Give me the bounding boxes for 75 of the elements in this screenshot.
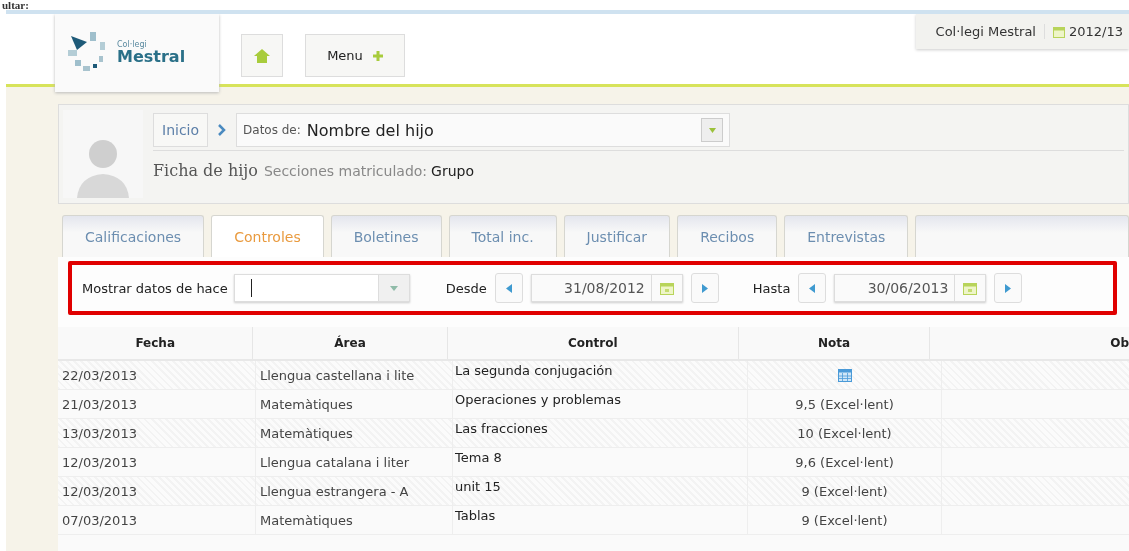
menu-button[interactable]: Menu	[305, 34, 405, 77]
text-cursor	[250, 279, 252, 297]
home-button[interactable]	[241, 34, 283, 77]
column-header[interactable]: Fecha	[58, 327, 254, 359]
caret-icon	[708, 127, 716, 133]
date-value: 31/08/2012	[563, 280, 646, 296]
date-field[interactable]: 30/06/2013	[834, 274, 987, 302]
child-selector[interactable]: Datos de: Nombre del hijo	[236, 113, 731, 147]
next-button[interactable]	[690, 273, 719, 303]
selector-value: Nombre del hijo	[306, 120, 435, 140]
previous-button[interactable]	[494, 273, 523, 303]
table-cell: Matemàtiques	[256, 390, 453, 418]
calendar-icon	[659, 281, 674, 295]
table-cell: 13/03/2013	[58, 419, 256, 447]
left-triangle-icon	[809, 283, 816, 293]
page-caption: ultar:	[1, 0, 30, 10]
column-header[interactable]: Ob	[930, 327, 1129, 359]
table-cell: Operaciones y problemas	[453, 390, 748, 418]
chevron-icon	[218, 124, 227, 136]
table-cell: Las fracciones	[453, 419, 748, 447]
calendar-icon	[837, 368, 852, 382]
table-cell: Llengua estrangera - A	[256, 477, 453, 505]
caret-icon	[389, 285, 398, 291]
right-triangle-icon	[1005, 283, 1012, 293]
period-label: Mostrar datos de hace	[82, 280, 228, 296]
tab[interactable]	[915, 215, 1129, 258]
left-triangle-icon	[505, 283, 512, 293]
table-cell: Llengua catalana i liter	[256, 448, 453, 476]
table-cell: 12/03/2013	[58, 477, 256, 505]
table-cell: La segunda conjugación	[453, 361, 748, 389]
table-cell: 12/03/2013	[58, 448, 256, 476]
table-cell: Llengua castellana i lite	[256, 361, 453, 389]
dropdown-button[interactable]	[701, 118, 724, 142]
table-cell: Tema 8	[453, 448, 748, 476]
table-cell: 22/03/2013	[58, 361, 256, 389]
to-label: Hasta	[752, 280, 791, 296]
table-cell: 9,5 (Excel·lent)	[748, 390, 942, 418]
previous-button[interactable]	[798, 273, 827, 303]
table-cell: 9 (Excel·lent)	[748, 477, 942, 505]
column-header[interactable]: Área	[253, 327, 448, 359]
table-row[interactable]: 12/03/2013 Llengua estrangera - A unit 15 9 (Excel·lent)	[58, 477, 1129, 506]
right-triangle-icon	[701, 283, 708, 293]
selector-label: Datos de:	[243, 123, 301, 137]
next-button[interactable]	[994, 273, 1023, 303]
dropdown-button[interactable]	[377, 275, 409, 301]
sections-label: Secciones matriculado:	[263, 163, 428, 179]
school-name: Col·legi Mestral	[935, 24, 1045, 39]
calendar-icon	[1053, 25, 1065, 38]
table-row[interactable]: 13/03/2013 Matemàtiques Las fracciones 10 (Excel·lent)	[58, 419, 1129, 448]
table-cell: Tablas	[453, 506, 748, 534]
table-row[interactable]: 07/03/2013 Matemàtiques Tablas 9 (Excel·lent)	[58, 506, 1129, 535]
from-label: Desde	[445, 280, 487, 296]
table-cell: Matemàtiques	[256, 506, 453, 534]
table-cell: 9,6 (Excel·lent)	[748, 448, 942, 476]
table-cell: 10 (Excel·lent)	[748, 419, 942, 447]
table-row[interactable]: 22/03/2013 Llengua castellana i lite La segunda conjugación	[58, 361, 1129, 390]
date-field[interactable]: 31/08/2012	[530, 274, 683, 302]
breadcrumb-link[interactable]: Inicio	[153, 113, 209, 147]
calendar-icon	[963, 281, 978, 295]
date-value: 30/06/2013	[866, 280, 950, 296]
sections-value: Grupo	[431, 163, 474, 179]
table-cell: unit 15	[453, 477, 748, 505]
table-cell: Matemàtiques	[256, 419, 453, 447]
table-cell: 07/03/2013	[58, 506, 256, 534]
logo-name: Mestral	[117, 49, 186, 65]
table-cell: 21/03/2013	[58, 390, 256, 418]
plus-icon	[372, 50, 383, 61]
school-year: 2012/13	[1069, 24, 1123, 39]
period-combo[interactable]	[233, 274, 410, 302]
column-header[interactable]: Control	[447, 327, 739, 359]
table-cell: 9 (Excel·lent)	[748, 506, 942, 534]
home-icon	[253, 47, 271, 64]
column-header[interactable]: Nota	[738, 327, 931, 359]
page-title: Ficha de hijo	[153, 161, 258, 180]
logo-subtitle: Col·legi	[117, 41, 147, 49]
